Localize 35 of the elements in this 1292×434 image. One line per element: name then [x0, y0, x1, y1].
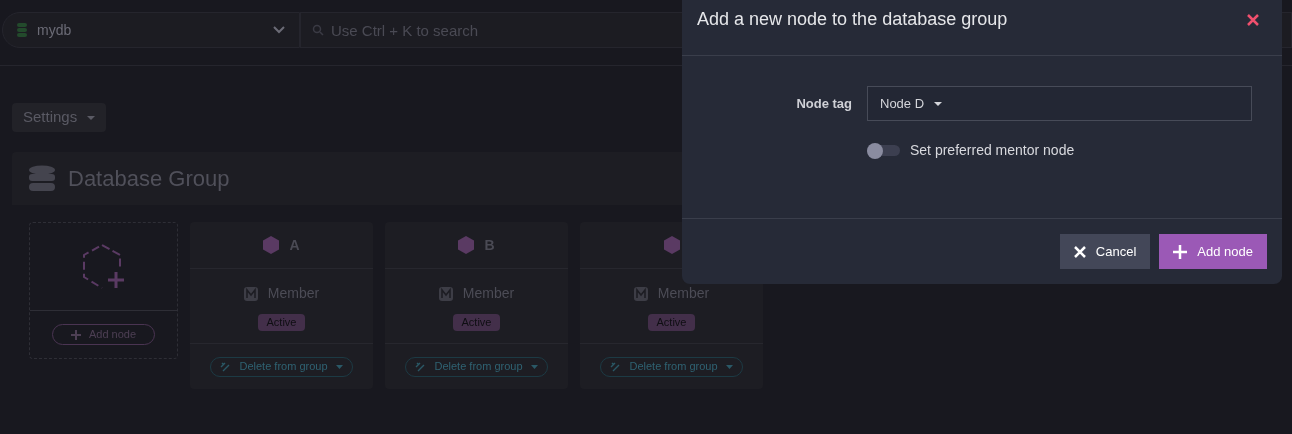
member-icon	[438, 286, 453, 301]
search-icon	[312, 24, 324, 36]
plus-icon	[1173, 244, 1188, 259]
hexagon-icon	[663, 236, 680, 254]
toggle-label: Set preferred mentor node	[910, 141, 1075, 160]
caret-icon	[335, 364, 343, 369]
plus-icon	[70, 329, 81, 340]
caret-icon	[530, 364, 538, 369]
chevron-icon	[273, 26, 285, 34]
database-icon	[17, 23, 27, 37]
hexagon-icon	[458, 236, 475, 254]
caret-icon	[87, 115, 96, 120]
database-selector[interactable]: mydb	[2, 12, 300, 48]
status-badge: Active	[257, 314, 306, 331]
caret-icon	[725, 364, 733, 369]
field-label: Node tag	[795, 94, 852, 113]
database-icon	[28, 164, 56, 193]
hexagon-icon	[263, 236, 280, 254]
hexagon-plus-icon	[81, 243, 126, 290]
node-tag-dropdown[interactable]: Node D	[867, 86, 1252, 121]
unlink-icon	[220, 361, 232, 372]
toggle-switch[interactable]	[867, 145, 900, 156]
status-badge: Active	[647, 314, 696, 331]
close-icon[interactable]	[1247, 14, 1259, 26]
dialog-title: Add a new node to the database group	[697, 8, 1008, 31]
cancel-button[interactable]: Cancel	[1059, 234, 1151, 269]
settings-button[interactable]: Settings	[12, 103, 107, 132]
member-icon	[633, 286, 648, 301]
unlink-icon	[610, 361, 622, 372]
close-icon	[1073, 245, 1086, 258]
unlink-icon	[415, 361, 427, 372]
caret-icon	[934, 101, 943, 106]
status-badge: Active	[452, 314, 501, 331]
member-icon	[243, 286, 258, 301]
add-node-button[interactable]: Add node	[1159, 234, 1267, 269]
